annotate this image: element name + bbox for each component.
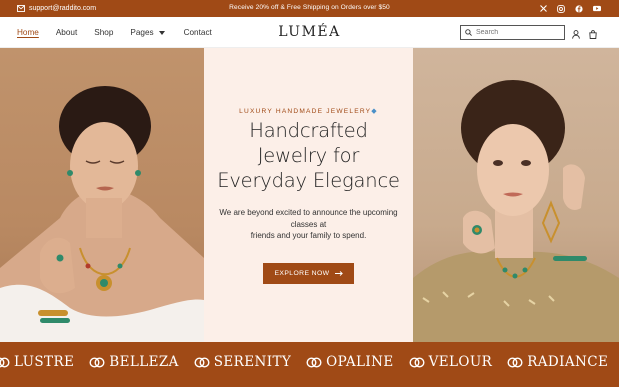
- header-actions: [572, 26, 597, 44]
- explore-now-button[interactable]: EXPLORE NOW: [263, 263, 354, 284]
- hero-description-line: We are beyond excited to announce the up…: [219, 208, 398, 217]
- hero-title: Handcrafted Jewelry for Everyday Eleganc…: [204, 118, 413, 193]
- hero-title-line: Everyday Elegance: [217, 169, 400, 192]
- brand-marquee-item: BELLEZA: [89, 354, 179, 370]
- nav-shop[interactable]: Shop: [94, 28, 113, 37]
- hero-eyebrow: LUXURY HANDMADE JEWELERY◆: [204, 107, 413, 115]
- caret-down-icon: [158, 30, 165, 35]
- diamond-icon: ◆: [371, 108, 378, 115]
- hero-title-line: Jewelry for: [257, 144, 360, 167]
- search-input[interactable]: [476, 29, 556, 36]
- youtube-icon[interactable]: [593, 5, 601, 13]
- nav-pages-label: Pages: [130, 28, 154, 37]
- rings-icon: [194, 356, 210, 368]
- social-links: [539, 0, 601, 17]
- brand-marquee-item: SERENITY: [194, 354, 291, 370]
- rings-icon: [89, 356, 105, 368]
- nav-pages[interactable]: Pages: [130, 28, 165, 37]
- hero-description-line: classes at: [290, 219, 327, 229]
- instagram-icon[interactable]: [557, 4, 565, 13]
- rings-icon: [409, 356, 425, 368]
- cart-icon[interactable]: [589, 26, 597, 44]
- hero-eyebrow-text: LUXURY HANDMADE JEWELERY: [239, 108, 372, 115]
- rings-icon: [507, 356, 523, 368]
- hero-title-line: Handcrafted: [249, 119, 368, 142]
- brand-marquee-item: VELOUR: [409, 354, 493, 370]
- brand-marquee-item: OPALINE: [306, 354, 393, 370]
- nav-contact[interactable]: Contact: [184, 28, 212, 37]
- main-nav: Home About Shop Pages Contact: [17, 17, 229, 48]
- brand-marquee-item: RADIANCE: [507, 354, 608, 370]
- hero-content: LUXURY HANDMADE JEWELERY◆ Handcrafted Je…: [204, 48, 413, 342]
- hero-image-right: [413, 48, 619, 342]
- hero-section: LUXURY HANDMADE JEWELERY◆ Handcrafted Je…: [0, 48, 619, 342]
- brand-marquee-label: RADIANCE: [527, 354, 609, 370]
- explore-now-label: EXPLORE NOW: [274, 270, 330, 277]
- hero-description-line: friends and your family to spend.: [250, 231, 367, 240]
- search-box[interactable]: [460, 25, 565, 40]
- search-icon: [465, 29, 472, 36]
- brand-marquee-item: LUSTRE: [0, 354, 74, 370]
- arrow-right-icon: [334, 271, 343, 276]
- nav-about[interactable]: About: [56, 28, 77, 37]
- hero-image-left: [0, 48, 204, 342]
- rings-icon: [0, 357, 10, 367]
- announcement-bar: support@raddito.com Receive 20% off & Fr…: [0, 0, 619, 17]
- brand-marquee-label: LUSTRE: [14, 354, 75, 370]
- brand-marquee-label: VELOUR: [428, 354, 493, 370]
- brand-marquee-label: SERENITY: [213, 354, 292, 370]
- hero-description: We are beyond excited to announce the up…: [212, 207, 405, 242]
- promo-text: Receive 20% off & Free Shipping on Order…: [229, 4, 390, 11]
- user-icon[interactable]: [572, 26, 580, 44]
- nav-home[interactable]: Home: [17, 28, 39, 37]
- brand-marquee-label: OPALINE: [326, 354, 394, 370]
- site-header: Home About Shop Pages Contact LUMÉA: [0, 17, 619, 48]
- rings-icon: [306, 356, 322, 368]
- brand-marquee-track: LUSTRE BELLEZA SERENITY OPALINE VELOUR RADIAN…: [0, 354, 619, 370]
- x-icon[interactable]: [539, 5, 547, 13]
- brand-marquee: LUSTRE BELLEZA SERENITY OPALINE VELOUR RADIAN…: [0, 342, 619, 387]
- facebook-icon[interactable]: [575, 4, 583, 13]
- brand-marquee-label: BELLEZA: [109, 354, 179, 370]
